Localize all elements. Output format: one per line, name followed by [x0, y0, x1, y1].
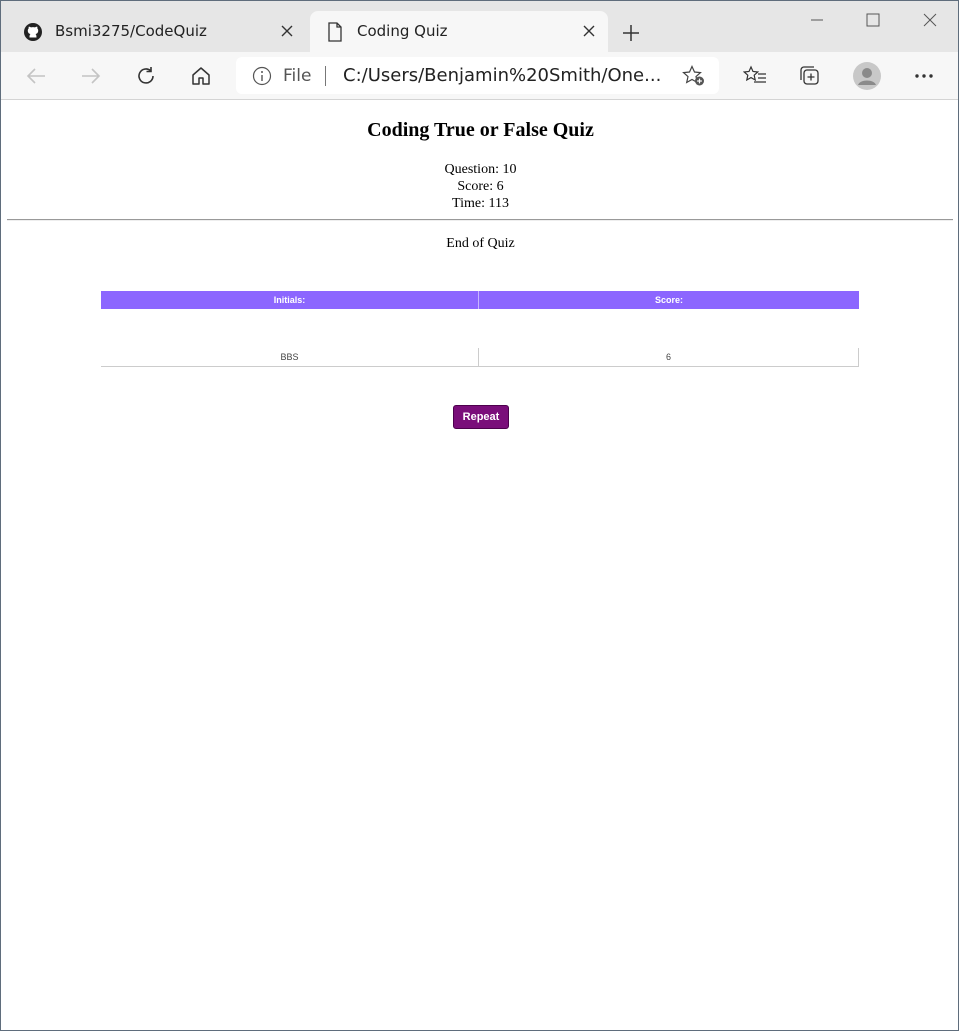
favorites-list-icon[interactable]	[740, 62, 770, 90]
page-content: Coding True or False Quiz Question: 10 S…	[1, 101, 958, 1030]
info-icon[interactable]	[252, 66, 272, 86]
quiz-stats: Question: 10 Score: 6 Time: 113	[1, 161, 958, 212]
document-icon	[324, 21, 346, 43]
forward-arrow-icon[interactable]	[76, 62, 106, 90]
score-header: Score:	[654, 295, 683, 305]
tab-coding-quiz[interactable]: Coding Quiz	[310, 11, 608, 52]
table-header-row: Initials: Score:	[101, 291, 859, 309]
maximize-icon[interactable]	[858, 7, 888, 33]
tab-strip: Bsmi3275/CodeQuiz Coding Quiz	[1, 1, 958, 52]
score-cell: 6	[479, 348, 859, 366]
initials-header: Initials:	[101, 291, 479, 309]
divider	[7, 219, 953, 221]
add-favorite-icon[interactable]	[682, 65, 706, 87]
question-counter: Question: 10	[444, 162, 517, 177]
initials-cell: BBS	[101, 348, 479, 366]
more-menu-icon[interactable]	[909, 62, 939, 90]
close-tab-icon[interactable]	[276, 20, 298, 42]
close-window-icon[interactable]	[915, 7, 945, 33]
new-tab-icon[interactable]	[618, 20, 644, 46]
minimize-icon[interactable]	[802, 7, 832, 33]
url-text[interactable]: C:/Users/Benjamin%20Smith/One...	[343, 65, 661, 86]
collections-icon[interactable]	[795, 62, 825, 90]
page-title: Coding True or False Quiz	[367, 119, 594, 141]
refresh-icon[interactable]	[131, 62, 161, 90]
browser-toolbar: File C:/Users/Benjamin%20Smith/One...	[1, 52, 958, 100]
home-icon[interactable]	[186, 62, 216, 90]
highscore-table: Initials: Score: BBS 6	[101, 291, 859, 367]
github-icon	[22, 21, 44, 43]
back-arrow-icon[interactable]	[21, 62, 51, 90]
repeat-button[interactable]: Repeat	[453, 405, 509, 429]
browser-window: Bsmi3275/CodeQuiz Coding Quiz File C:/Us…	[0, 0, 959, 1031]
time-display: Time: 113	[452, 196, 509, 211]
tab-title: Coding Quiz	[357, 22, 448, 40]
end-of-quiz-text: End of Quiz	[446, 236, 515, 251]
score-display: Score: 6	[457, 179, 504, 194]
scheme-label: File	[283, 66, 312, 86]
address-separator	[325, 66, 326, 86]
profile-avatar-icon[interactable]	[851, 60, 883, 92]
table-row: BBS 6	[101, 348, 859, 367]
address-bar[interactable]: File C:/Users/Benjamin%20Smith/One...	[236, 57, 719, 94]
tab-title: Bsmi3275/CodeQuiz	[55, 22, 207, 40]
tab-codequiz-repo[interactable]: Bsmi3275/CodeQuiz	[8, 11, 306, 52]
close-tab-icon[interactable]	[578, 20, 600, 42]
